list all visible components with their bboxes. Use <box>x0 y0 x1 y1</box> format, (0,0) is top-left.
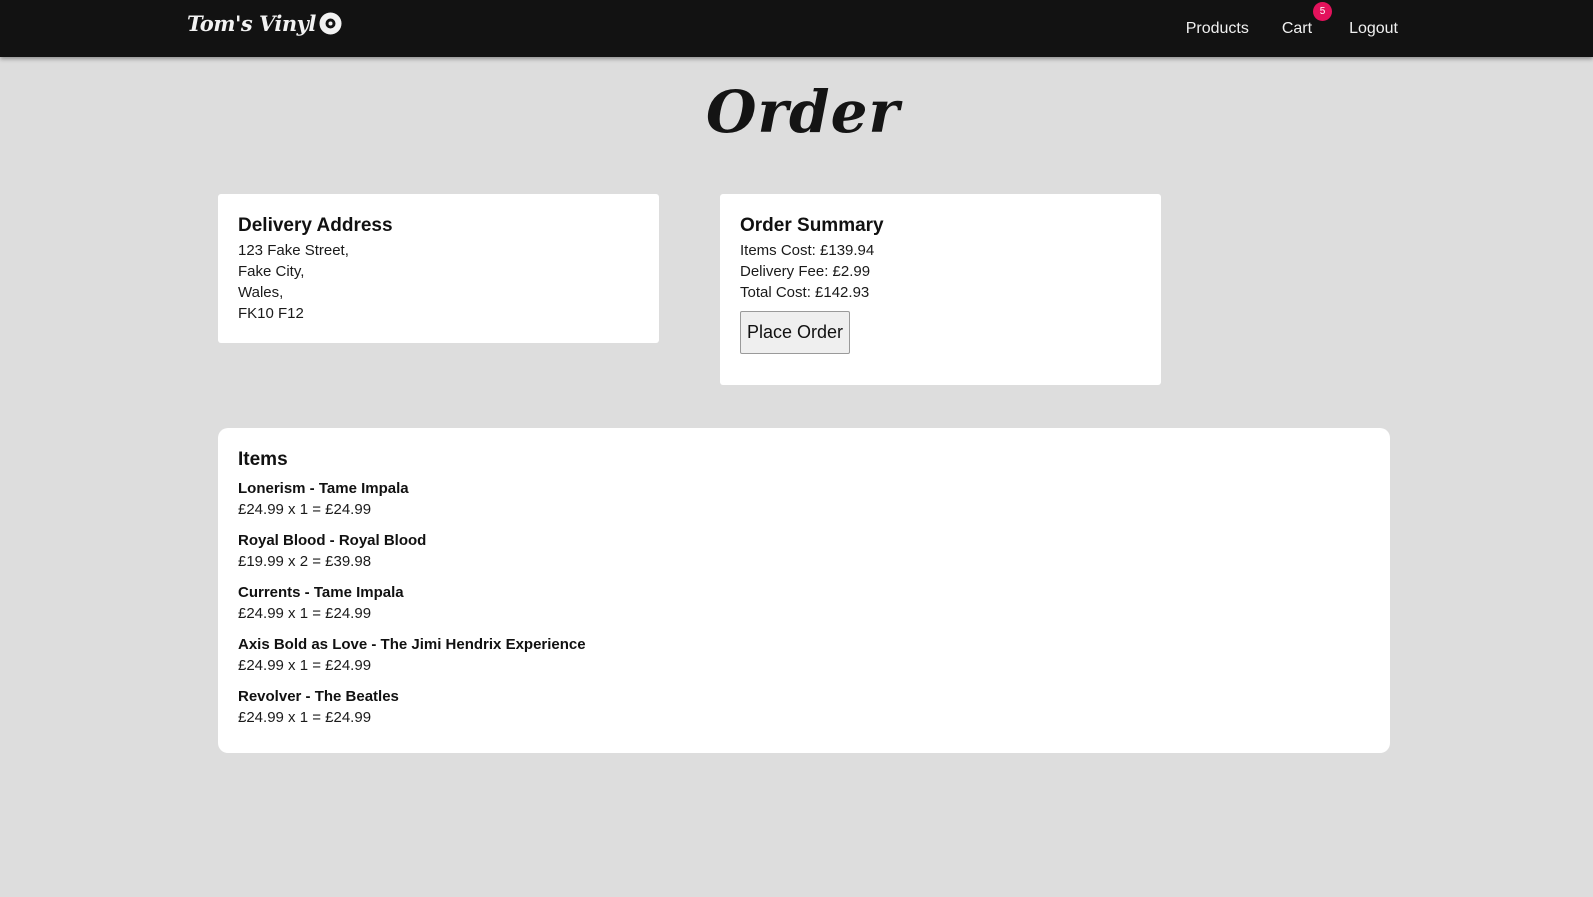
nav-products-link[interactable]: Products <box>1186 20 1249 38</box>
item-title: Axis Bold as Love - The Jimi Hendrix Exp… <box>238 636 586 653</box>
brand-logo[interactable]: Tom's Vinyl <box>187 11 342 36</box>
order-summary-heading: Order Summary <box>740 215 884 236</box>
brand-name: Tom's Vinyl <box>187 11 316 36</box>
address-line: Wales, <box>238 284 284 301</box>
item-price: £24.99 x 1 = £24.99 <box>238 605 372 622</box>
list-item: Revolver - The Beatles £24.99 x 1 = £24.… <box>238 686 1370 728</box>
item-title: Royal Blood - Royal Blood <box>238 532 427 549</box>
item-title: Lonerism - Tame Impala <box>238 480 409 497</box>
items-card: Items Lonerism - Tame Impala £24.99 x 1 … <box>218 428 1390 753</box>
item-price: £19.99 x 2 = £39.98 <box>238 553 372 570</box>
total-cost: Total Cost: £142.93 <box>740 284 870 301</box>
nav-links: Products Cart 5 Logout <box>1186 0 1398 57</box>
address-line: FK10 F12 <box>238 305 304 322</box>
item-price: £24.99 x 1 = £24.99 <box>238 709 372 726</box>
address-line: Fake City, <box>238 263 305 280</box>
list-item: Royal Blood - Royal Blood £19.99 x 2 = £… <box>238 530 1370 572</box>
navbar: Tom's Vinyl Products Cart 5 Logout <box>0 0 1593 57</box>
vinyl-record-icon <box>319 12 342 35</box>
nav-logout-link[interactable]: Logout <box>1349 20 1398 38</box>
item-price: £24.99 x 1 = £24.99 <box>238 501 372 518</box>
list-item: Lonerism - Tame Impala £24.99 x 1 = £24.… <box>238 478 1370 520</box>
page-title: Order <box>705 78 901 146</box>
items-cost: Items Cost: £139.94 <box>740 242 875 259</box>
item-title: Revolver - The Beatles <box>238 688 399 705</box>
delivery-fee: Delivery Fee: £2.99 <box>740 263 871 280</box>
item-title: Currents - Tame Impala <box>238 584 404 601</box>
item-price: £24.99 x 1 = £24.99 <box>238 657 372 674</box>
cart-count-badge: 5 <box>1313 1 1333 21</box>
nav-cart-label: Cart <box>1281 19 1313 37</box>
items-heading: Items <box>238 449 288 470</box>
list-item: Axis Bold as Love - The Jimi Hendrix Exp… <box>238 634 1370 676</box>
address-line: 123 Fake Street, <box>238 242 349 259</box>
delivery-address-card: Delivery Address 123 Fake Street, Fake C… <box>218 194 659 343</box>
delivery-address-heading: Delivery Address <box>238 215 393 236</box>
nav-cart-link[interactable]: Cart 5 <box>1281 1 1333 38</box>
place-order-button[interactable]: Place Order <box>740 311 851 354</box>
order-summary-card: Order Summary Items Cost: £139.94 Delive… <box>720 194 1161 385</box>
list-item: Currents - Tame Impala £24.99 x 1 = £24.… <box>238 582 1370 624</box>
